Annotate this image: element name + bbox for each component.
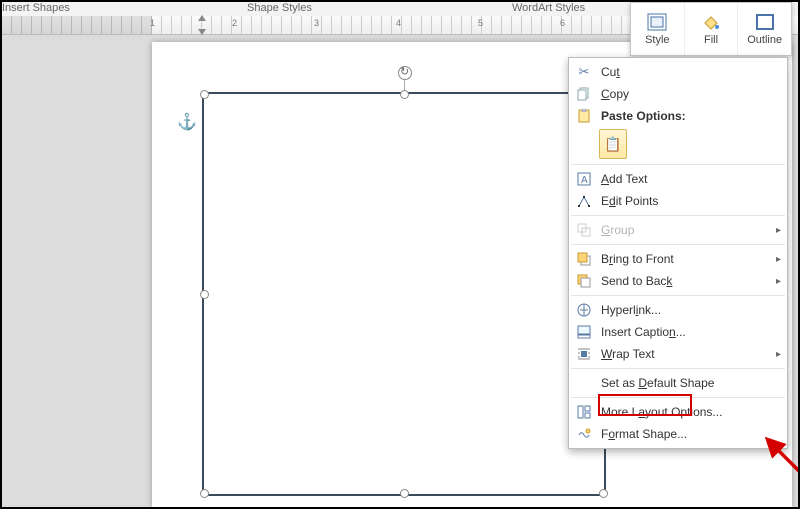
svg-text:A: A <box>581 175 588 186</box>
mini-fill-label: Fill <box>704 34 718 46</box>
submenu-arrow-icon: ▸ <box>776 254 781 265</box>
menu-hyperlink[interactable]: Hyperlink... <box>569 299 787 321</box>
app-frame: Insert Shapes Shape Styles WordArt Style… <box>0 0 800 509</box>
resize-handle-ml[interactable] <box>200 290 209 299</box>
outline-icon <box>754 12 776 32</box>
menu-send-to-back[interactable]: Send to Back ▸ <box>569 270 787 292</box>
layout-options-icon <box>573 403 595 421</box>
submenu-arrow-icon: ▸ <box>776 276 781 287</box>
resize-handle-bl[interactable] <box>200 489 209 498</box>
menu-more-layout-options[interactable]: More Layout Options... <box>569 401 787 423</box>
wrap-text-icon <box>573 345 595 363</box>
menu-paste-options-row: 📋 <box>569 127 787 161</box>
menu-paste-options-header: Paste Options: <box>569 105 787 127</box>
mini-style-button[interactable]: Style <box>631 3 685 55</box>
rotate-handle[interactable] <box>398 66 412 80</box>
selected-shape-rectangle[interactable] <box>202 92 606 496</box>
menu-copy[interactable]: Copy <box>569 83 787 105</box>
resize-handle-tm[interactable] <box>400 90 409 99</box>
caption-icon <box>573 323 595 341</box>
resize-handle-br[interactable] <box>599 489 608 498</box>
group-icon <box>573 221 595 239</box>
menu-add-text[interactable]: A Add Text <box>569 168 787 190</box>
edit-points-icon <box>573 192 595 210</box>
hyperlink-icon <box>573 301 595 319</box>
submenu-arrow-icon: ▸ <box>776 225 781 236</box>
resize-handle-tl[interactable] <box>200 90 209 99</box>
format-shape-icon <box>573 425 595 443</box>
copy-icon <box>573 85 595 103</box>
mini-outline-label: Outline <box>747 34 782 46</box>
menu-cut[interactable]: ✂ Cut <box>569 61 787 83</box>
menu-group: Group ▸ <box>569 219 787 241</box>
mini-outline-button[interactable]: Outline <box>738 3 791 55</box>
resize-handle-bm[interactable] <box>400 489 409 498</box>
style-icon <box>646 12 668 32</box>
menu-format-shape[interactable]: Format Shape... <box>569 423 787 445</box>
context-menu: ✂ Cut Copy Paste Options: 📋 A Add Text <box>568 57 788 449</box>
ribbon-group-shape-styles: Shape Styles <box>247 2 312 14</box>
bring-front-icon <box>573 250 595 268</box>
anchor-icon: ⚓ <box>177 112 197 132</box>
paste-icon <box>573 107 595 125</box>
paste-option-keep-source[interactable]: 📋 <box>599 129 627 159</box>
mini-style-label: Style <box>645 34 669 46</box>
ribbon-group-wordart: WordArt Styles <box>512 2 585 14</box>
fill-icon <box>700 12 722 32</box>
cut-icon: ✂ <box>573 63 595 81</box>
mini-fill-button[interactable]: Fill <box>685 3 739 55</box>
add-text-icon: A <box>573 170 595 188</box>
submenu-arrow-icon: ▸ <box>776 349 781 360</box>
menu-edit-points[interactable]: Edit Points <box>569 190 787 212</box>
menu-bring-to-front[interactable]: Bring to Front ▸ <box>569 248 787 270</box>
mini-toolbar: Style Fill Outline <box>630 2 792 56</box>
menu-set-as-default-shape[interactable]: Set as Default Shape <box>569 372 787 394</box>
menu-wrap-text[interactable]: Wrap Text ▸ <box>569 343 787 365</box>
ribbon-group-insert-shapes: Insert Shapes <box>2 2 70 14</box>
menu-insert-caption[interactable]: Insert Caption... <box>569 321 787 343</box>
send-back-icon <box>573 272 595 290</box>
